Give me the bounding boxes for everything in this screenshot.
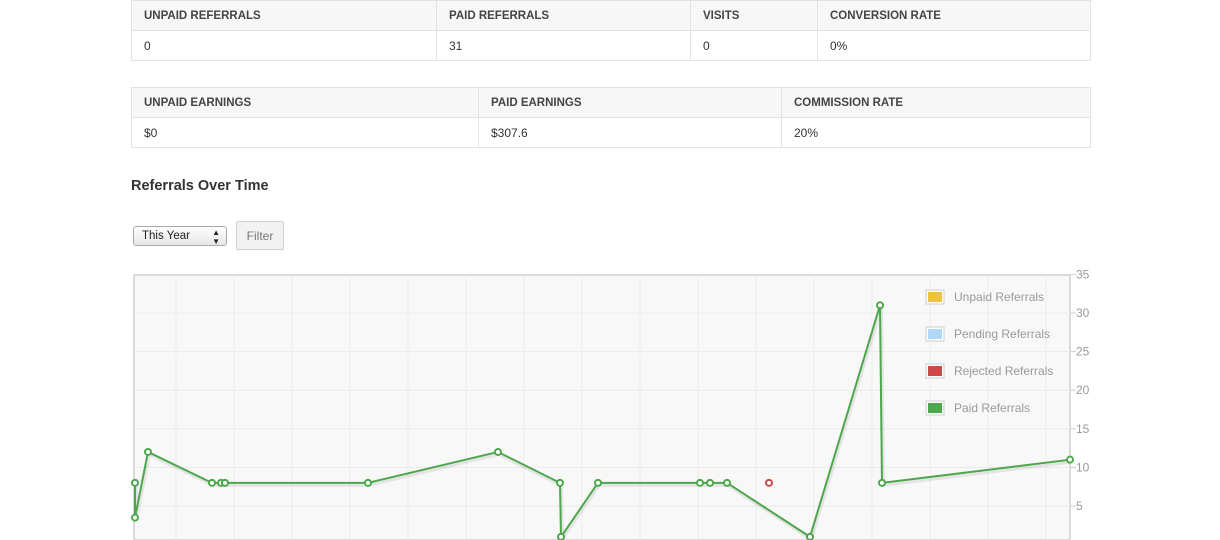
- paid-referrals-point: [706, 478, 714, 487]
- y-tick-label: 20: [1076, 383, 1090, 397]
- paid-referrals-point: [806, 532, 814, 540]
- paid-referrals-point: [131, 478, 139, 487]
- paid-referrals-point: [878, 478, 886, 487]
- paid-referrals-point: [876, 301, 884, 310]
- rejected-referrals-point: [765, 478, 773, 487]
- paid-referrals-point: [221, 478, 229, 487]
- paid-referrals-point: [131, 513, 139, 522]
- legend-label: Pending Referrals: [954, 327, 1050, 341]
- paid-referrals-point: [594, 478, 602, 487]
- y-tick-label: 35: [1076, 267, 1090, 281]
- legend-swatch: [928, 292, 942, 302]
- paid-referrals-point: [696, 478, 704, 487]
- y-tick-label: 5: [1076, 499, 1083, 513]
- legend-label: Rejected Referrals: [954, 364, 1053, 378]
- referrals-chart: 5 10 15 20 25 30 35 Unpaid Referrals Pending Ref…: [131, 267, 1090, 540]
- legend-swatch: [928, 403, 942, 413]
- paid-referrals-point: [557, 532, 565, 540]
- legend-label: Unpaid Referrals: [954, 290, 1044, 304]
- paid-referrals-point: [494, 447, 502, 456]
- paid-referrals-point: [556, 478, 564, 487]
- paid-referrals-point: [144, 447, 152, 456]
- y-tick-label: 25: [1076, 345, 1090, 359]
- paid-referrals-point: [208, 478, 216, 487]
- y-tick-label: 15: [1076, 422, 1090, 436]
- paid-referrals-point: [1066, 455, 1074, 464]
- y-tick-label: 30: [1076, 306, 1090, 320]
- y-tick-label: 10: [1076, 460, 1090, 474]
- paid-referrals-point: [364, 478, 372, 487]
- legend-label: Paid Referrals: [954, 401, 1030, 415]
- legend-swatch: [928, 366, 942, 376]
- paid-referrals-point: [723, 478, 731, 487]
- legend-swatch: [928, 329, 942, 339]
